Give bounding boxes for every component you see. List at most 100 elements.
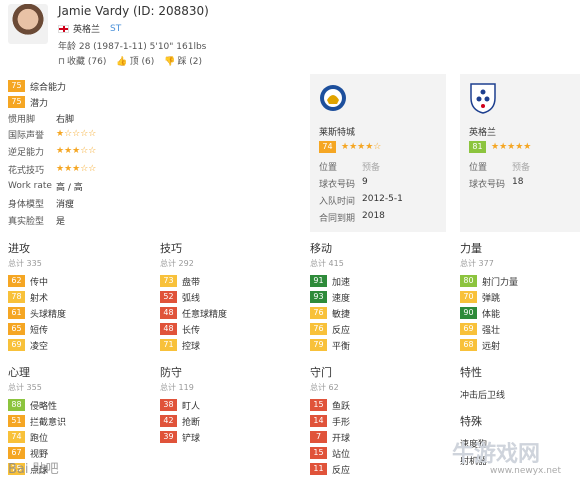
stat-name: 反应 [332,325,351,336]
weak-foot-label: 逆足能力 [8,147,45,158]
stat-name: 射术 [30,293,49,304]
skill-row: 42 抢断 [160,413,200,429]
club-row-key: 合同到期 [319,214,356,224]
skill-row: 78 射术 [8,289,66,305]
skill-row: 39 铲球 [160,429,200,445]
stat-name: 短传 [30,325,49,336]
goalkeeping-title: 守门 [310,366,332,379]
club-row-value: 9 [362,177,368,187]
stat-name: 弹跳 [482,293,501,304]
defending-section: 防守 总计 119 38 盯人 42 抢断 39 铲球 [160,364,200,445]
skill-row: 80 射门力量 [460,273,518,289]
thumbs-up-icon: 👍 [116,57,128,67]
skill-row: 65 短传 [8,321,66,337]
overall-badge: 75 [8,80,25,92]
stat-name: 盯人 [182,401,201,412]
stat-name: 抢断 [182,417,201,428]
leicester-crest-icon[interactable] [319,82,347,114]
stat-name: 控球 [182,341,201,352]
potential-row: 75 潜力 [8,94,48,110]
skill-row: 88 侵略性 [8,397,66,413]
attack-total: 总计 335 [8,259,42,268]
thumbs-down-button[interactable]: 👎 踩 (2) [164,54,202,67]
defending-title: 防守 [160,366,182,379]
stat-name: 体能 [482,309,501,320]
skill-row: 70 弹跳 [460,289,518,305]
stat-name: 头球精度 [30,309,67,320]
stat-name: 站位 [332,449,351,460]
skill-row: 69 凌空 [8,337,66,353]
club-name[interactable]: 莱斯特城 [319,125,355,138]
specialties-title: 特殊 [460,415,482,428]
club-rating-badge: 74 [319,141,336,153]
club-rating-row: 74 ★★★★☆ [319,141,381,153]
potential-badge: 75 [8,96,25,108]
stat-name: 鱼跃 [332,401,351,412]
stat-badge: 88 [8,399,25,411]
work-rate-value: 高 / 高 [56,182,83,193]
stat-badge: 69 [460,323,477,335]
skill-row: 69 强壮 [460,321,518,337]
stat-name: 强壮 [482,325,501,336]
stat-badge: 70 [460,291,477,303]
stat-name: 开球 [332,433,351,444]
skill-title: 技巧 [160,242,182,255]
stat-badge: 65 [8,323,25,335]
stat-badge: 78 [8,291,25,303]
foot-row: 惯用脚 右脚 [8,110,74,126]
baidu-watermark: Bai 贴吧 [8,462,59,477]
player-info: 年龄 28 (1987-1-11) 5'10" 161lbs [58,42,207,52]
goalkeeping-section: 守门 总计 62 15 鱼跃 14 手形 7 开球 15 站位 11 反应 [310,364,350,477]
skill-section: 技巧 总计 292 73 盘带 52 弧线 48 任意球精度 48 长传 71 控球 [160,240,227,353]
thumbs-up-button[interactable]: 👍 顶 (6) [116,54,154,67]
stat-badge: 48 [160,307,177,319]
stat-name: 速度 [332,293,351,304]
skill-row: 15 鱼跃 [310,397,350,413]
movement-title: 移动 [310,242,332,255]
stat-name: 任意球精度 [182,309,228,320]
reputation-stars: ★☆☆☆☆ [56,129,97,139]
club-row-key: 入队时间 [319,197,356,207]
power-section: 力量 总计 377 80 射门力量 70 弹跳 90 体能 69 强壮 68 远射 [460,240,518,353]
club-row-value: 预备 [362,163,381,173]
skill-row: 14 手形 [310,413,350,429]
skill-row: 38 盯人 [160,397,200,413]
skill-total: 总计 292 [160,259,194,268]
stat-badge: 62 [8,275,25,287]
skill-row: 79 平衡 [310,337,350,353]
traits-title: 特性 [460,366,482,379]
stat-badge: 91 [310,275,327,287]
national-team-name[interactable]: 英格兰 [469,125,496,138]
work-rate-row: Work rate 高 / 高 [8,178,83,194]
skill-row: 11 反应 [310,461,350,477]
national-row: 球衣号码 18 [469,177,523,190]
potential-label: 潜力 [30,98,49,109]
player-avatar [8,4,48,44]
movement-section: 移动 总计 415 91 加速 93 速度 76 敏捷 76 反应 79 平衡 [310,240,350,353]
bookmark-button[interactable]: ⊓ 收藏 (76) [58,54,106,67]
stat-name: 拦截意识 [30,417,67,428]
stat-name: 弧线 [182,293,201,304]
club-row: 入队时间 2012-5-1 [319,194,403,207]
club-row: 合同到期 2018 [319,211,385,224]
stat-badge: 61 [8,307,25,319]
foot-value: 右脚 [56,114,75,125]
stat-name: 反应 [332,465,351,476]
skill-row: 61 头球精度 [8,305,66,321]
england-crest-icon[interactable] [469,82,497,114]
stat-name: 凌空 [30,341,49,352]
national-row-value: 18 [512,177,524,187]
thumbs-down-icon: 👎 [164,57,176,67]
england-flag-icon [58,24,69,33]
stat-name: 加速 [332,277,351,288]
club-row-key: 球衣号码 [319,180,356,190]
position-link[interactable]: ST [110,24,121,34]
skill-row: 76 反应 [310,321,350,337]
stat-badge: 15 [310,399,327,411]
skill-row: 15 站位 [310,445,350,461]
stat-badge: 51 [8,415,25,427]
traits-value[interactable]: 冲击后卫线 [460,388,505,401]
stat-badge: 90 [460,307,477,319]
stat-name: 平衡 [332,341,351,352]
nationality-label[interactable]: 英格兰 [73,22,100,35]
